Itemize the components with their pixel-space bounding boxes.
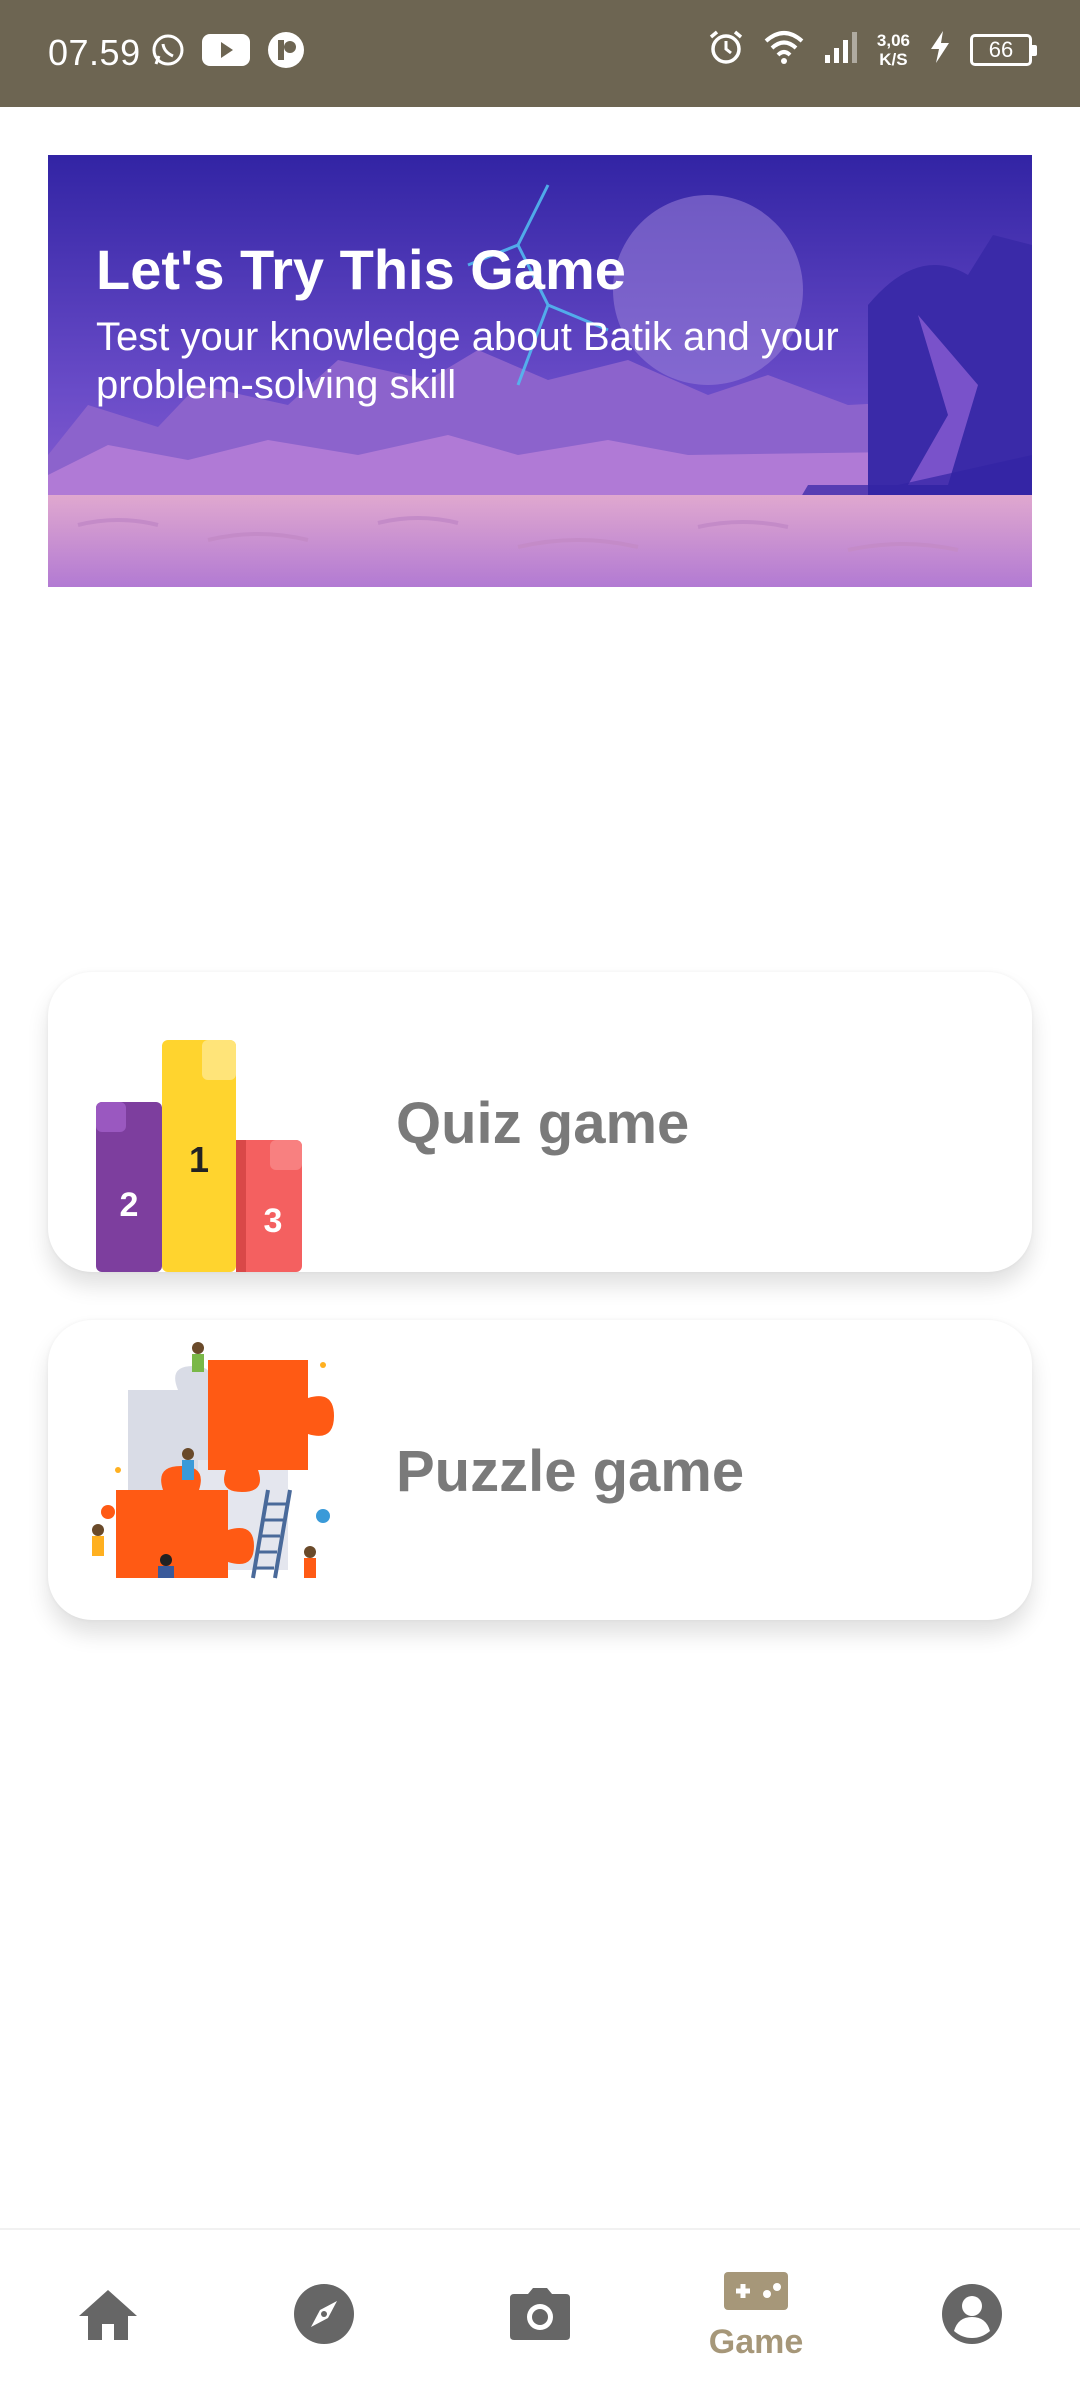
puzzle-illustration [92, 1342, 334, 1579]
nav-item-profile[interactable] [872, 2230, 1072, 2402]
nav-item-explore[interactable] [224, 2230, 424, 2402]
notification-icons [150, 30, 306, 75]
account-icon [941, 2283, 1003, 2350]
nav-item-home[interactable] [8, 2230, 208, 2402]
charging-icon [928, 29, 952, 70]
podium-third-label: 3 [264, 1202, 283, 1240]
nav-item-game[interactable]: Game [656, 2230, 856, 2402]
home-icon [77, 2286, 139, 2347]
banner-title: Let's Try This Game [96, 238, 626, 301]
whatsapp-icon [150, 32, 186, 73]
nav-item-camera[interactable] [440, 2230, 640, 2402]
net-speed-value: 3,06 [876, 30, 910, 50]
net-speed: 3,06 K/S [877, 31, 910, 69]
battery-icon: 66 [970, 33, 1037, 66]
gamepad-icon [722, 2270, 790, 2317]
app-icon [266, 30, 306, 75]
youtube-icon [200, 32, 252, 73]
compass-icon [293, 2283, 355, 2350]
quiz-game-label: Quiz game [396, 1091, 690, 1156]
alarm-icon [707, 28, 745, 71]
camera-icon [508, 2286, 572, 2347]
puzzle-game-card[interactable]: Puzzle game [48, 1320, 1032, 1620]
status-bar: 07.59 3,06 K/S 66 [0, 0, 1080, 107]
podium-illustration: 2 1 3 [96, 1040, 302, 1272]
podium-second-label: 2 [120, 1186, 139, 1224]
system-icons: 3,06 K/S 66 [707, 28, 1037, 71]
puzzle-game-label: Puzzle game [396, 1439, 745, 1504]
bottom-navigation: Game [0, 2228, 1080, 2400]
net-speed-unit: K/S [879, 49, 908, 69]
status-time: 07.59 [48, 32, 141, 73]
quiz-game-card[interactable]: 2 1 3 Quiz game [48, 972, 1032, 1272]
banner-subtitle: Test your knowledge about Batik and your… [96, 315, 839, 407]
game-banner: Let's Try This Game Test your knowledge … [48, 155, 1032, 587]
nav-label-game: Game [708, 2323, 804, 2361]
signal-icon [823, 29, 859, 70]
podium-first-label: 1 [189, 1139, 209, 1180]
wifi-icon [763, 29, 805, 70]
